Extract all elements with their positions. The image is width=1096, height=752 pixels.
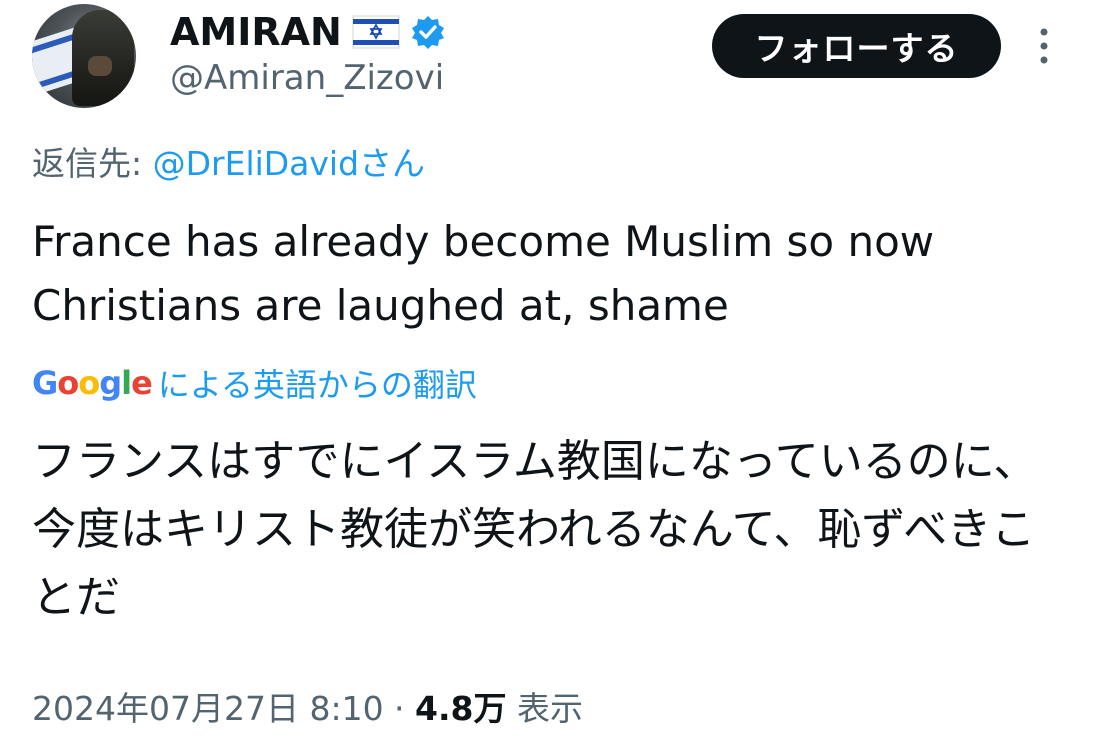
follow-button[interactable]: フォローする [712,14,1001,78]
reply-mention-link[interactable]: @DrEliDavidさん [153,144,425,183]
avatar-flag-graphic [32,26,77,97]
translated-tweet-text: フランスはすでにイスラム教国になっているのに、今度はキリスト教徒が笑われるなんて… [32,436,1038,623]
tweet-text: France has already become Muslim so now … [32,217,935,330]
israel-flag-icon [352,15,400,49]
author-handle[interactable]: @Amiran_Zizovi [170,58,444,98]
views-count: 4.8万 [415,689,507,728]
views-label: 表示 [506,689,584,728]
reply-label: 返信先: [32,144,153,183]
avatar[interactable] [32,4,136,108]
translation-label[interactable]: による英語からの翻訳 [158,360,477,406]
meta-separator: · [383,689,416,728]
reply-context: 返信先: @DrEliDavidさん [32,137,425,185]
author-display-name[interactable]: AMIRAN [170,10,342,54]
google-logo: Google [32,364,153,402]
tweet-timestamp[interactable]: 2024年07月27日 8:10 [32,689,384,728]
verified-badge-icon [411,16,444,49]
avatar-hand-graphic [88,56,112,76]
author-name-row: AMIRAN [170,10,446,54]
translation-attribution[interactable]: Google による英語からの翻訳 [32,360,477,406]
more-options-icon[interactable] [1032,22,1056,70]
tweet-meta: 2024年07月27日 8:10 · 4.8万 表示 [32,682,583,730]
